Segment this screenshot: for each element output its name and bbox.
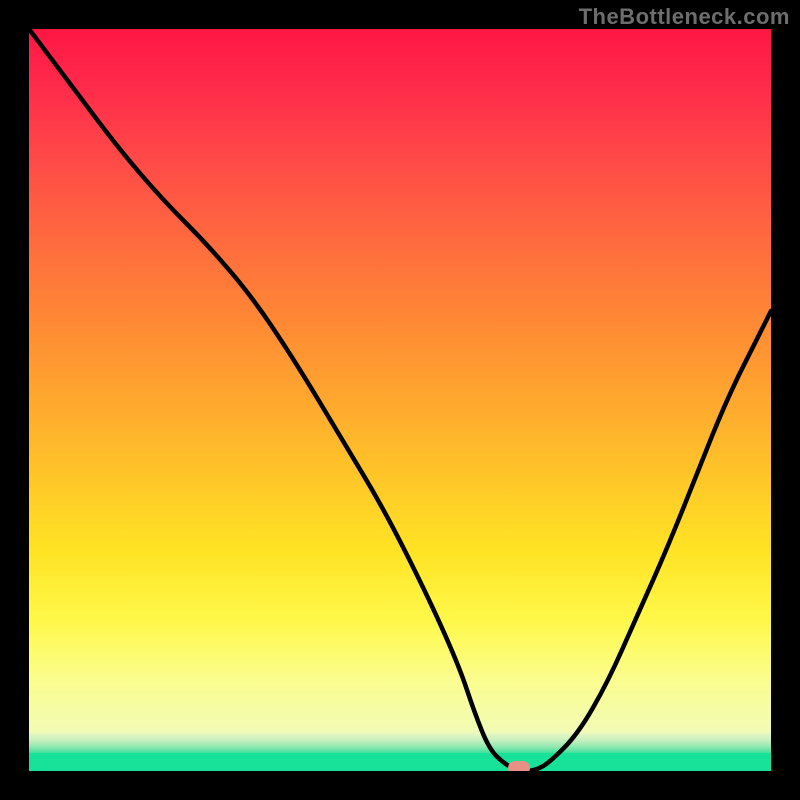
- bottleneck-curve: [29, 29, 771, 771]
- sweet-spot-marker: [508, 761, 530, 771]
- plot-area: [29, 29, 771, 771]
- chart-frame: TheBottleneck.com: [0, 0, 800, 800]
- watermark-text: TheBottleneck.com: [579, 4, 790, 30]
